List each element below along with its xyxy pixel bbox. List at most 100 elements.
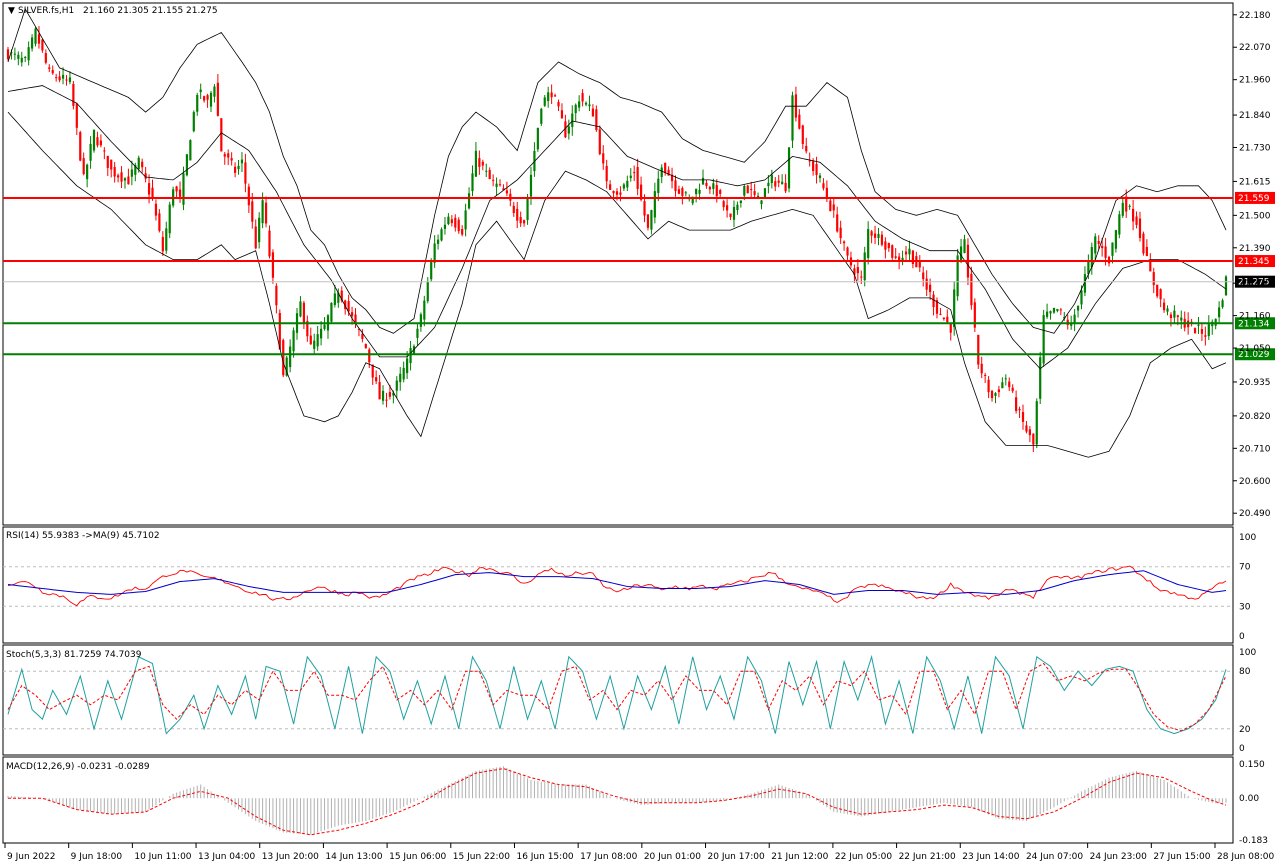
candle-body[interactable]: [557, 102, 560, 107]
candle-body[interactable]: [430, 260, 433, 280]
candle-body[interactable]: [106, 155, 109, 168]
candle-body[interactable]: [110, 159, 113, 170]
candle-body[interactable]: [846, 247, 849, 256]
candle-body[interactable]: [946, 316, 949, 323]
candle-body[interactable]: [1118, 214, 1121, 235]
candle-body[interactable]: [488, 170, 491, 179]
candle-body[interactable]: [918, 261, 921, 268]
candle-body[interactable]: [997, 389, 1001, 393]
candle-body[interactable]: [375, 377, 378, 382]
candle-body[interactable]: [753, 191, 756, 195]
candle-body[interactable]: [629, 175, 632, 179]
candle-body[interactable]: [626, 180, 629, 188]
candle-body[interactable]: [1114, 230, 1117, 249]
candle-body[interactable]: [461, 229, 464, 235]
candle-body[interactable]: [454, 217, 457, 228]
candle-body[interactable]: [990, 390, 994, 399]
candle-body[interactable]: [123, 178, 127, 181]
candle-body[interactable]: [904, 251, 908, 255]
candle-body[interactable]: [643, 201, 646, 216]
candle-body[interactable]: [674, 180, 677, 192]
candle-body[interactable]: [175, 186, 178, 192]
candle-body[interactable]: [1221, 300, 1224, 308]
candle-body[interactable]: [529, 174, 533, 197]
candle-body[interactable]: [770, 174, 773, 184]
candle-body[interactable]: [774, 181, 777, 187]
candle-body[interactable]: [732, 206, 736, 220]
candle-body[interactable]: [168, 204, 171, 234]
candle-body[interactable]: [68, 77, 72, 83]
candle-body[interactable]: [1145, 246, 1148, 257]
candle-body[interactable]: [1004, 378, 1007, 380]
candle-body[interactable]: [1152, 272, 1155, 286]
candle-body[interactable]: [767, 182, 770, 187]
candle-body[interactable]: [478, 158, 481, 167]
candle-body[interactable]: [1101, 245, 1104, 249]
candle-body[interactable]: [705, 182, 708, 186]
candle-body[interactable]: [760, 200, 763, 205]
candle-body[interactable]: [471, 173, 474, 192]
candle-body[interactable]: [178, 189, 182, 197]
candle-body[interactable]: [75, 103, 78, 128]
candle-body[interactable]: [1056, 309, 1059, 312]
candle-body[interactable]: [602, 153, 605, 164]
candle-body[interactable]: [722, 201, 725, 208]
candle-body[interactable]: [117, 175, 120, 178]
candle-body[interactable]: [1025, 425, 1028, 432]
candle-body[interactable]: [48, 67, 51, 69]
candle-body[interactable]: [894, 256, 897, 258]
candle-body[interactable]: [984, 374, 987, 376]
candle-body[interactable]: [719, 190, 722, 194]
candle-body[interactable]: [1104, 246, 1107, 258]
candle-body[interactable]: [86, 164, 89, 180]
candle-body[interactable]: [495, 183, 498, 187]
candle-body[interactable]: [457, 219, 460, 232]
candle-body[interactable]: [237, 165, 240, 170]
candle-body[interactable]: [96, 137, 99, 146]
candle-body[interactable]: [832, 204, 835, 211]
candle-body[interactable]: [880, 234, 884, 245]
candle-body[interactable]: [182, 173, 185, 205]
candle-body[interactable]: [1094, 236, 1097, 254]
candle-body[interactable]: [1135, 216, 1138, 225]
candle-body[interactable]: [419, 314, 422, 327]
candle-body[interactable]: [805, 145, 808, 152]
candle-body[interactable]: [1059, 309, 1062, 311]
candle-body[interactable]: [612, 190, 615, 194]
candle-body[interactable]: [1156, 284, 1159, 297]
candle-body[interactable]: [264, 202, 268, 224]
candle-body[interactable]: [99, 140, 102, 146]
candle-body[interactable]: [130, 169, 133, 177]
candle-body[interactable]: [299, 301, 302, 317]
candle-body[interactable]: [1173, 310, 1176, 318]
candle-body[interactable]: [371, 364, 374, 378]
candle-body[interactable]: [801, 125, 804, 145]
candle-body[interactable]: [227, 153, 230, 158]
candle-body[interactable]: [839, 227, 842, 239]
candle-body[interactable]: [1008, 381, 1011, 388]
candle-body[interactable]: [1128, 205, 1131, 207]
candle-body[interactable]: [588, 104, 591, 107]
candle-body[interactable]: [302, 302, 305, 324]
candle-body[interactable]: [574, 104, 577, 114]
candle-body[interactable]: [739, 200, 742, 204]
candle-body[interactable]: [120, 172, 123, 182]
candle-body[interactable]: [385, 399, 388, 401]
candle-body[interactable]: [103, 150, 106, 152]
candle-body[interactable]: [543, 97, 546, 106]
candle-body[interactable]: [633, 172, 636, 174]
candle-body[interactable]: [571, 113, 574, 127]
candle-body[interactable]: [829, 200, 832, 212]
candle-body[interactable]: [863, 252, 866, 281]
candle-body[interactable]: [1142, 233, 1145, 254]
candle-body[interactable]: [970, 273, 973, 306]
candle-body[interactable]: [560, 110, 564, 119]
candle-body[interactable]: [818, 175, 822, 179]
candle-body[interactable]: [660, 167, 663, 177]
candle-body[interactable]: [141, 161, 144, 168]
candle-body[interactable]: [450, 219, 453, 224]
candle-body[interactable]: [1218, 307, 1221, 318]
candle-body[interactable]: [27, 47, 30, 61]
candle-body[interactable]: [1045, 311, 1049, 317]
candle-body[interactable]: [196, 94, 199, 112]
